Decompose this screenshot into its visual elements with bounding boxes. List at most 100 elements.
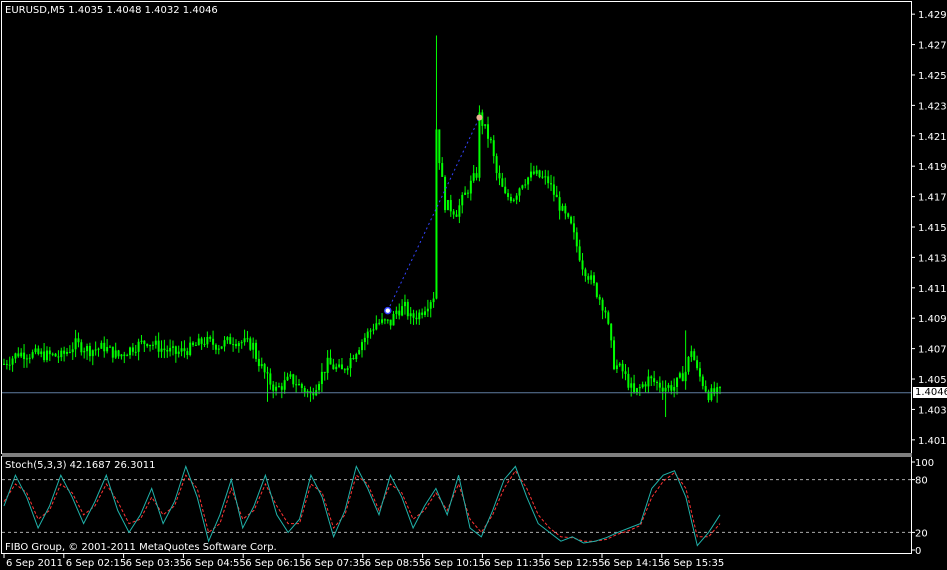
time-tick-label: 6 Sep 15:35 xyxy=(664,558,724,569)
time-tick-label: 6 Sep 02:15 xyxy=(66,558,126,569)
candle-body xyxy=(418,312,421,320)
candle-body xyxy=(240,342,243,344)
candle-body xyxy=(363,337,366,343)
candle-body xyxy=(131,347,134,352)
fibo-anchor-end[interactable] xyxy=(476,114,483,121)
candle-body xyxy=(409,313,412,317)
candle-body xyxy=(446,200,449,211)
candle-body xyxy=(550,183,553,185)
candle-body xyxy=(3,363,5,365)
stoch-main-line xyxy=(3,464,721,547)
candle-body xyxy=(555,194,558,198)
candle-body xyxy=(200,338,203,344)
fibo-line[interactable] xyxy=(387,117,480,311)
candle-body xyxy=(464,192,467,195)
price-tick-label: 1.4295 xyxy=(918,10,947,21)
candle-body xyxy=(97,348,100,350)
candle-body xyxy=(398,310,401,316)
candle-body xyxy=(518,188,521,196)
candle-body xyxy=(269,373,272,385)
candle-body xyxy=(412,313,415,318)
candle-body xyxy=(323,371,326,373)
candle-body xyxy=(306,391,309,393)
candle-body xyxy=(192,342,195,345)
candle-body xyxy=(171,346,174,348)
candle-body xyxy=(266,372,269,374)
price-tick-label: 1.4055 xyxy=(918,375,947,386)
candle-body xyxy=(214,344,217,350)
candle-body xyxy=(332,364,335,370)
candle-body xyxy=(275,386,278,391)
candle-body xyxy=(206,336,209,345)
candle-body xyxy=(189,342,192,355)
candle-body xyxy=(670,385,673,391)
candle-body xyxy=(501,178,504,187)
candle-body xyxy=(83,351,86,353)
indicator-info: Stoch(5,3,3) 42.1687 26.3011 xyxy=(5,460,156,471)
candle-body xyxy=(698,368,701,377)
fibo-anchor-start[interactable] xyxy=(384,306,392,315)
candle-body xyxy=(297,384,300,386)
candle-body xyxy=(349,357,352,369)
candle-body xyxy=(570,216,573,224)
candle-body xyxy=(146,343,149,347)
candle-body xyxy=(48,350,51,355)
candle-body xyxy=(655,382,658,384)
candle-body xyxy=(252,342,255,350)
candle-body xyxy=(309,391,312,393)
candle-body xyxy=(635,388,638,393)
candle-body xyxy=(592,275,595,284)
candle-body xyxy=(166,350,169,352)
candle-body xyxy=(638,387,641,389)
candle-body xyxy=(303,387,306,392)
candle-body xyxy=(621,363,624,372)
candle-body xyxy=(154,340,157,345)
candle-body xyxy=(126,355,129,357)
candle-body xyxy=(687,356,690,372)
candle-body xyxy=(524,184,527,186)
candle-body xyxy=(673,386,676,391)
candle-body xyxy=(100,342,103,349)
candle-body xyxy=(538,170,541,178)
candle-body xyxy=(151,344,154,346)
candle-body xyxy=(223,340,226,347)
candle-body xyxy=(137,341,140,352)
candle-body xyxy=(498,173,501,179)
candle-body xyxy=(403,301,406,307)
stoch-pane-frame xyxy=(1,456,912,554)
candle-body xyxy=(710,388,713,400)
candle-body xyxy=(194,344,197,346)
candle-body xyxy=(389,319,392,326)
candle-body xyxy=(633,383,636,393)
candle-body xyxy=(369,330,372,332)
candle-body xyxy=(401,306,404,316)
time-tick-label: 6 Sep 07:35 xyxy=(305,558,365,569)
pane-separator[interactable] xyxy=(2,453,912,457)
candle-body xyxy=(149,344,152,347)
candle-body xyxy=(558,197,561,211)
candle-body xyxy=(624,371,627,374)
candle-body xyxy=(696,360,699,369)
candle-body xyxy=(521,185,524,189)
copyright-text: FIBO Group, © 2001-2011 MetaQuotes Softw… xyxy=(5,542,277,553)
candle-body xyxy=(512,199,515,201)
candle-body xyxy=(693,351,696,361)
time-tick-label: 6 Sep 04:55 xyxy=(185,558,245,569)
chart-canvas[interactable]: 1.4295 1.4275 1.4255 1.4235 1.4215 1.4195 1.41… xyxy=(0,0,947,570)
candle-body xyxy=(598,296,601,300)
candle-body xyxy=(143,340,146,344)
candle-body xyxy=(426,308,429,312)
candle-body xyxy=(91,350,94,357)
candle-body xyxy=(535,170,538,174)
candle-body xyxy=(578,246,581,261)
candle-body xyxy=(340,364,343,370)
candle-body xyxy=(386,319,389,321)
candle-body xyxy=(88,346,91,357)
candle-body xyxy=(31,352,34,358)
candle-body xyxy=(575,232,578,247)
price-tick-label: 1.4115 xyxy=(918,284,947,295)
candle-body xyxy=(372,329,375,331)
candle-body xyxy=(37,348,40,355)
candle-body xyxy=(45,350,48,361)
candle-body xyxy=(289,374,292,377)
